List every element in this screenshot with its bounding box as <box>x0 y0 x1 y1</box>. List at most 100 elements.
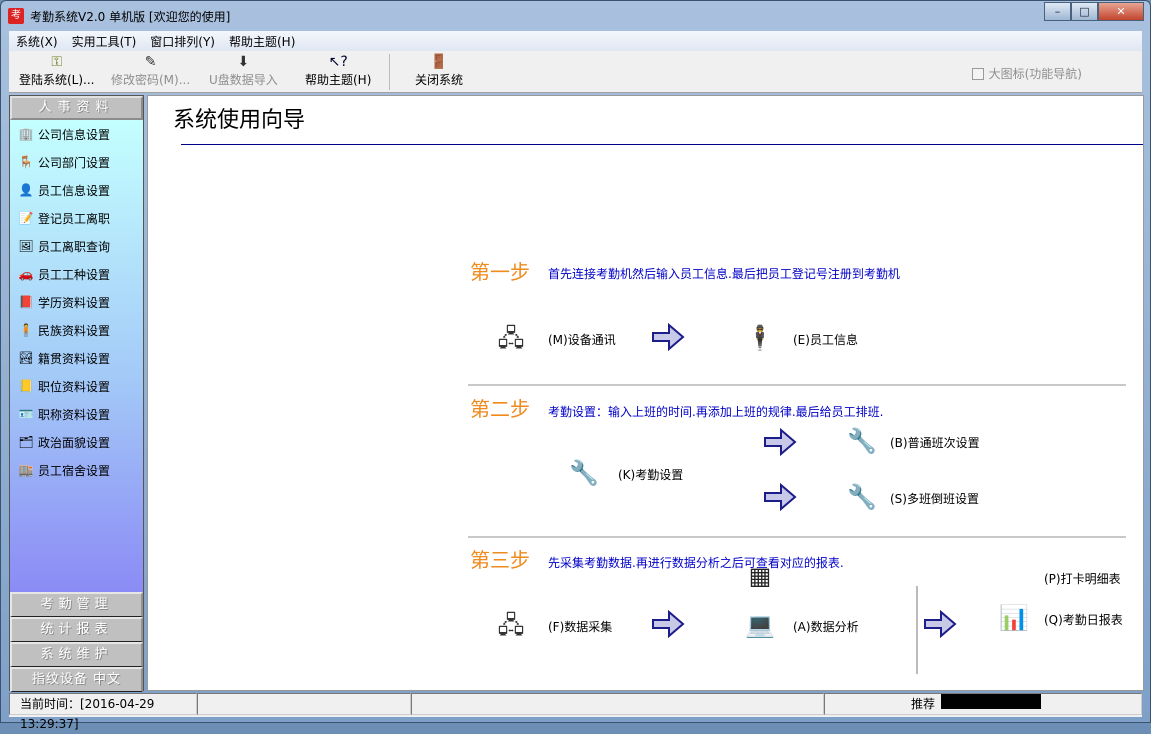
sidebar-item-employee[interactable]: 👤 员工信息设置 <box>10 176 143 204</box>
change-password-button[interactable]: ✎ 修改密码(M)... <box>111 53 190 88</box>
large-icons-checkbox[interactable]: 大图标(功能导航) <box>971 65 1082 82</box>
building-icon: 🏢 <box>18 127 34 141</box>
login-button[interactable]: ⚿ 登陆系统(L)... <box>19 53 95 88</box>
landscape-icon: 🏞 <box>18 351 34 365</box>
step1-desc: 首先连接考勤机然后输入员工信息.最后把员工登记号注册到考勤机 <box>548 267 900 281</box>
sidebar-item-label: 政治面貌设置 <box>38 435 111 450</box>
sidebar-item-hometown[interactable]: 🏞 籍贯资料设置 <box>10 344 143 372</box>
menu-system[interactable]: 系统(X) <box>9 33 65 50</box>
sidebar-item-department[interactable]: 🪑 公司部门设置 <box>10 148 143 176</box>
sidebar-item-label: 籍贯资料设置 <box>38 351 111 366</box>
sidebar-item-label: 民族资料设置 <box>38 323 111 338</box>
app-icon: 考 <box>8 8 24 24</box>
sidebar-item-label: 员工离职查询 <box>38 239 111 254</box>
sidebar-section-fingerprint[interactable]: 指纹设备 中文 <box>10 667 143 692</box>
wizard-panel: 系统使用向导 第一步 首先连接考勤机然后输入员工信息.最后把员工登记号注册到考勤… <box>147 95 1144 691</box>
sidebar-item-resign-query[interactable]: 🖼 员工离职查询 <box>10 232 143 260</box>
computers-icon[interactable]: 💻 <box>744 611 776 639</box>
help-button[interactable]: ↖? 帮助主题(H) <box>305 53 371 88</box>
menu-tools[interactable]: 实用工具(T) <box>65 33 144 50</box>
step3-desc: 先采集考勤数据.再进行数据分析之后可查看对应的报表. <box>548 556 844 570</box>
attendance-settings-link[interactable]: (K)考勤设置 <box>618 466 683 483</box>
sidebar-section-maintenance[interactable]: 系统维护 <box>10 642 143 667</box>
toolbar-separator <box>389 54 390 90</box>
sidebar-item-label: 职位资料设置 <box>38 379 111 394</box>
data-collect-link[interactable]: (F)数据采集 <box>548 618 612 635</box>
department-icon: 🪑 <box>18 155 34 169</box>
sidebar-section-reports[interactable]: 统计报表 <box>10 617 143 642</box>
arrow-icon <box>764 483 797 511</box>
network-icon[interactable]: 🖧 <box>495 324 527 352</box>
wrench-icon[interactable]: 🔧 <box>846 483 878 511</box>
sidebar-item-ethnicity[interactable]: 🧍 民族资料设置 <box>10 316 143 344</box>
redacted-block <box>941 694 1041 709</box>
status-panel <box>411 693 824 715</box>
arrow-icon <box>652 323 685 351</box>
close-button[interactable]: ✕ <box>1098 2 1144 21</box>
wrench-icon[interactable]: 🔧 <box>568 459 600 487</box>
grid-table-icon[interactable]: ▦ <box>744 562 776 590</box>
usb-import-button[interactable]: ⬇ U盘数据导入 <box>209 53 278 88</box>
dorm-icon: 🏬 <box>18 463 34 477</box>
step2-label: 第二步 <box>470 397 530 421</box>
page-title: 系统使用向导 <box>173 108 306 133</box>
sidebar-header-hr[interactable]: 人事资料 <box>10 96 143 120</box>
employee-info-link[interactable]: (E)员工信息 <box>793 331 858 348</box>
exit-button[interactable]: 🚪 关闭系统 <box>415 53 463 88</box>
data-analysis-link[interactable]: (A)数据分析 <box>793 618 859 635</box>
notebook-icon: 📒 <box>18 379 34 393</box>
wrench-icon[interactable]: 🔧 <box>846 427 878 455</box>
door-icon: 🚪 <box>430 54 448 70</box>
step-divider <box>468 384 1126 386</box>
step1-label: 第一步 <box>470 260 530 284</box>
network-icon[interactable]: 🖧 <box>495 611 527 639</box>
report-chart-icon[interactable]: 📊 <box>998 604 1030 632</box>
picture-icon: 🖼 <box>18 239 34 253</box>
person-icon: 🧍 <box>18 323 34 337</box>
title-bar: 考 考勤系统V2.0 单机版 [欢迎您的使用] – □ ✕ <box>1 1 1150 31</box>
sidebar-item-education[interactable]: 📕 学历资料设置 <box>10 288 143 316</box>
menu-help[interactable]: 帮助主题(H) <box>222 33 302 50</box>
sidebar-item-title[interactable]: 🪪 职称资料设置 <box>10 400 143 428</box>
sidebar-item-job-type[interactable]: 🚗 员工工种设置 <box>10 260 143 288</box>
employee-icon[interactable]: 🕴 <box>744 324 776 352</box>
sidebar: 人事资料 🏢 公司信息设置 🪑 公司部门设置 👤 员工信息设置 📝 登记员工离职 🖼 员工… <box>9 95 144 692</box>
exit-label: 关闭系统 <box>415 73 464 87</box>
sidebar-item-position[interactable]: 📒 职位资料设置 <box>10 372 143 400</box>
status-panel <box>197 693 411 715</box>
sidebar-item-label: 公司信息设置 <box>38 127 111 142</box>
sidebar-item-label: 学历资料设置 <box>38 295 111 310</box>
sidebar-item-label: 员工信息设置 <box>38 183 111 198</box>
sidebar-section-attendance[interactable]: 考勤管理 <box>10 592 143 617</box>
politics-icon: 🗂 <box>18 435 34 449</box>
sidebar-item-label: 员工宿舍设置 <box>38 463 111 478</box>
sidebar-item-politics[interactable]: 🗂 政治面貌设置 <box>10 428 143 456</box>
minimize-button[interactable]: – <box>1044 2 1071 21</box>
sidebar-item-label: 职称资料设置 <box>38 407 111 422</box>
help-label: 帮助主题(H) <box>305 73 372 87</box>
menu-window[interactable]: 窗口排列(Y) <box>143 33 222 50</box>
edit-icon: ✎ <box>144 54 157 70</box>
down-arrow-icon: ⬇ <box>237 54 250 70</box>
maximize-button[interactable]: □ <box>1071 2 1098 21</box>
regular-shift-link[interactable]: (B)普通班次设置 <box>890 434 980 451</box>
sidebar-item-label: 公司部门设置 <box>38 155 111 170</box>
step-divider <box>468 536 1126 538</box>
daily-report-link[interactable]: (Q)考勤日报表 <box>1044 611 1123 628</box>
device-comm-link[interactable]: (M)设备通讯 <box>548 331 616 348</box>
step3-label: 第三步 <box>470 548 530 572</box>
multi-shift-link[interactable]: (S)多班倒班设置 <box>890 490 979 507</box>
checkbox-icon <box>971 67 984 80</box>
sidebar-item-dorm[interactable]: 🏬 员工宿舍设置 <box>10 456 143 484</box>
arrow-icon <box>924 610 957 638</box>
sidebar-item-resign[interactable]: 📝 登记员工离职 <box>10 204 143 232</box>
sidebar-item-company[interactable]: 🏢 公司信息设置 <box>10 120 143 148</box>
sidebar-item-label: 员工工种设置 <box>38 267 111 282</box>
step2-desc: 考勤设置：输入上班的时间.再添加上班的规律.最后给员工排班. <box>548 405 884 419</box>
toolbar: ⚿ 登陆系统(L)... ✎ 修改密码(M)... ⬇ U盘数据导入 ↖? 帮助主题(H… <box>9 51 1142 93</box>
help-cursor-icon: ↖? <box>328 54 348 70</box>
punch-detail-link[interactable]: (P)打卡明细表 <box>1044 570 1121 587</box>
book-icon: 📕 <box>18 295 34 309</box>
menu-bar: 系统(X) 实用工具(T) 窗口排列(Y) 帮助主题(H) <box>9 31 1142 51</box>
current-time: 当前时间：[2016-04-29 13:29:37] <box>9 693 197 731</box>
